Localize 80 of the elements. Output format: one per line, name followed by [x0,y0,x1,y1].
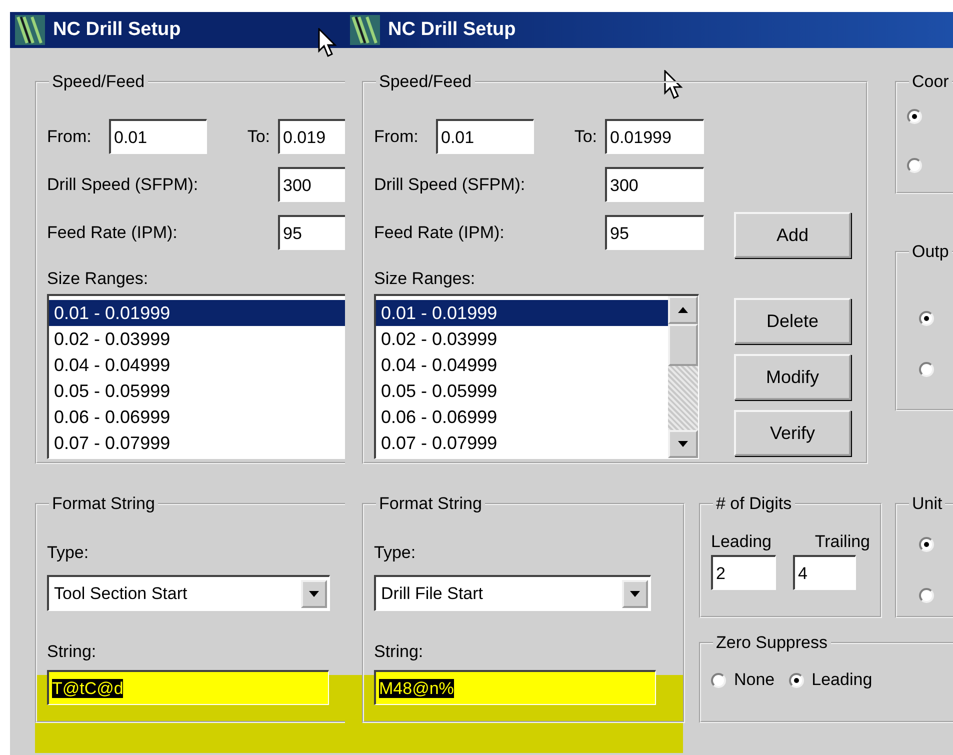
push-button[interactable]: Modify [734,354,851,400]
field-label: Leading [711,531,772,553]
list-item[interactable]: 0.06 - 0.06999 [49,404,345,430]
field-label: Drill Speed (SFPM): [374,174,526,196]
field-label: From: [47,126,92,148]
push-button[interactable]: Delete [734,298,851,344]
text-field[interactable]: 95 [278,215,345,250]
text-field[interactable]: 300 [278,167,345,202]
field-label: Feed Rate (IPM): [374,222,506,244]
group-label: Zero Suppress [715,632,828,654]
dropdown-button[interactable] [301,580,327,608]
field-label: Type: [47,542,89,564]
dropdown[interactable]: Tool Section Start [47,575,330,611]
text-field[interactable]: 300 [605,167,704,202]
push-button[interactable]: Add [734,212,851,258]
list-item[interactable]: 0.06 - 0.06999 [376,404,668,430]
field-label: String: [47,641,96,663]
text-field[interactable]: 4 [793,555,856,590]
text-field[interactable]: T@tC@d [47,670,329,705]
window-title: NC Drill Setup [388,19,516,41]
down-arrow-icon [678,441,688,447]
field-label: From: [374,126,420,148]
group-label: Speed/Feed [51,71,146,93]
list-item[interactable]: 0.05 - 0.05999 [49,378,345,404]
radio-label[interactable]: None [734,670,775,690]
group-label: Unit [911,493,944,515]
text-field[interactable]: 2 [711,555,776,590]
radio-button[interactable] [907,158,922,173]
app-icon [350,15,380,45]
scroll-down-button[interactable] [668,430,698,458]
text-field[interactable]: 0.019 [278,119,345,154]
list-item[interactable]: 0.05 - 0.05999 [376,378,668,404]
scrollbar[interactable] [668,296,698,458]
field-label: Type: [374,542,416,564]
list-label: Size Ranges: [47,268,150,290]
window-title: NC Drill Setup [53,19,181,41]
list-label: Size Ranges: [374,268,476,290]
group-label: Format String [51,493,156,515]
group-label: Format String [378,493,483,515]
dropdown-button[interactable] [622,580,648,608]
field-label: Drill Speed (SFPM): [47,174,200,196]
group-label: Speed/Feed [378,71,473,93]
radio-button[interactable] [919,588,934,603]
scroll-thumb[interactable] [668,324,698,366]
up-arrow-icon [678,307,688,313]
list-item[interactable]: 0.07 - 0.07999 [49,430,345,456]
field-label: Trailing [814,531,870,553]
text-field[interactable]: 0.01 [109,119,207,154]
radio-button[interactable] [919,311,934,326]
field-label: To: [247,126,271,148]
caret-down-icon [630,590,640,596]
caret-down-icon [309,590,319,596]
group-label: Outp [911,241,950,263]
radio-button[interactable] [919,537,934,552]
list-item[interactable]: 0.02 - 0.03999 [49,326,345,352]
radio-button[interactable] [907,109,922,124]
app-icon [15,15,45,45]
push-button[interactable]: Verify [734,410,851,456]
list-item[interactable]: 0.01 - 0.01999 [49,300,345,326]
list-item[interactable]: 0.02 - 0.03999 [376,326,668,352]
radio-button[interactable] [919,362,934,377]
field-label: To: [574,126,598,148]
text-field[interactable]: 0.01 [436,119,534,154]
radio-label[interactable]: Leading [812,670,872,690]
text-field[interactable]: M48@n% [374,670,656,705]
radio-button[interactable] [711,672,726,688]
text-field[interactable]: 95 [605,215,704,250]
field-label: Feed Rate (IPM): [47,222,178,244]
cursor-icon [318,28,338,58]
list-item[interactable]: 0.01 - 0.01999 [376,300,668,326]
radio-button[interactable] [788,672,804,688]
field-label: String: [374,641,424,663]
dropdown[interactable]: Drill File Start [374,575,651,611]
group-label: # of Digits [715,493,793,515]
list-item[interactable]: 0.04 - 0.04999 [49,352,345,378]
list-item[interactable]: 0.04 - 0.04999 [376,352,668,378]
group-label: Coor [911,71,950,93]
text-field[interactable]: 0.01999 [605,119,704,154]
list-item[interactable]: 0.07 - 0.07999 [376,430,668,456]
scroll-up-button[interactable] [668,296,698,324]
